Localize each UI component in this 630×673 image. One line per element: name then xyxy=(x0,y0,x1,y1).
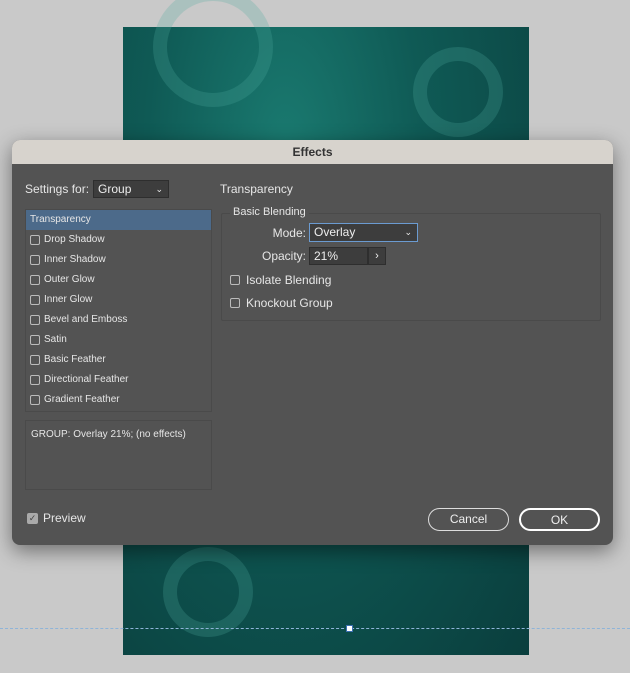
effect-label: Drop Shadow xyxy=(44,234,105,245)
effect-checkbox[interactable] xyxy=(30,395,40,405)
opacity-label: Opacity: xyxy=(261,249,306,263)
effects-description: GROUP: Overlay 21%; (no effects) xyxy=(25,420,212,490)
opacity-slider-button[interactable]: › xyxy=(368,247,386,265)
effect-checkbox[interactable] xyxy=(30,355,40,365)
panel-title: Transparency xyxy=(220,182,293,196)
effects-list: Transparency Drop Shadow Inner Shadow Outer… xyxy=(25,209,212,412)
selection-handle[interactable] xyxy=(346,625,353,632)
mode-label: Mode: xyxy=(272,226,306,240)
effect-item-bevel-and-emboss[interactable]: Bevel and Emboss xyxy=(26,310,211,330)
effect-checkbox[interactable] xyxy=(30,335,40,345)
effect-item-basic-feather[interactable]: Basic Feather xyxy=(26,350,211,370)
effect-label: Outer Glow xyxy=(44,274,95,285)
effect-item-directional-feather[interactable]: Directional Feather xyxy=(26,370,211,390)
opacity-input[interactable]: 21% xyxy=(309,247,368,265)
isolate-blending-label: Isolate Blending xyxy=(246,273,332,287)
mode-value: Overlay xyxy=(314,225,356,239)
ok-button[interactable]: OK xyxy=(519,508,600,531)
effect-item-satin[interactable]: Satin xyxy=(26,330,211,350)
settings-for-value: Group xyxy=(98,182,132,196)
effect-item-outer-glow[interactable]: Outer Glow xyxy=(26,270,211,290)
settings-for-select[interactable]: Group ⌄ xyxy=(93,180,170,198)
effect-checkbox[interactable] xyxy=(30,235,40,245)
effect-checkbox[interactable] xyxy=(30,315,40,325)
knockout-group-label: Knockout Group xyxy=(246,296,333,310)
knockout-group-checkbox[interactable] xyxy=(230,298,240,308)
preview-label: Preview xyxy=(43,511,86,525)
effect-label: Gradient Feather xyxy=(44,394,120,405)
isolate-blending-checkbox[interactable] xyxy=(230,275,240,285)
chevron-right-icon: › xyxy=(375,250,379,262)
effects-dialog: Effects Settings for: Group ⌄ Transparen… xyxy=(12,140,613,545)
settings-for-label: Settings for: xyxy=(25,182,90,196)
effect-checkbox[interactable] xyxy=(30,275,40,285)
mode-select[interactable]: Overlay ⌄ xyxy=(309,223,418,242)
section-title: Basic Blending xyxy=(230,206,309,218)
effect-item-gradient-feather[interactable]: Gradient Feather xyxy=(26,390,211,410)
effect-item-transparency[interactable]: Transparency xyxy=(26,210,211,230)
effect-item-drop-shadow[interactable]: Drop Shadow xyxy=(26,230,211,250)
effect-label: Inner Glow xyxy=(44,294,93,305)
effect-label: Bevel and Emboss xyxy=(44,314,128,325)
effect-item-inner-shadow[interactable]: Inner Shadow xyxy=(26,250,211,270)
effect-label: Transparency xyxy=(30,214,91,225)
effect-label: Directional Feather xyxy=(44,374,129,385)
effect-checkbox[interactable] xyxy=(30,375,40,385)
effect-checkbox[interactable] xyxy=(30,255,40,265)
effect-checkbox[interactable] xyxy=(30,295,40,305)
guide-line xyxy=(0,628,630,629)
effect-label: Inner Shadow xyxy=(44,254,106,265)
cancel-button[interactable]: Cancel xyxy=(428,508,509,531)
dialog-title: Effects xyxy=(12,140,613,164)
chevron-down-icon: ⌄ xyxy=(404,227,412,237)
chevron-down-icon: ⌄ xyxy=(155,184,164,194)
effect-label: Basic Feather xyxy=(44,354,106,365)
effect-item-inner-glow[interactable]: Inner Glow xyxy=(26,290,211,310)
effect-label: Satin xyxy=(44,334,67,345)
preview-checkbox[interactable]: ✓ xyxy=(27,512,38,524)
